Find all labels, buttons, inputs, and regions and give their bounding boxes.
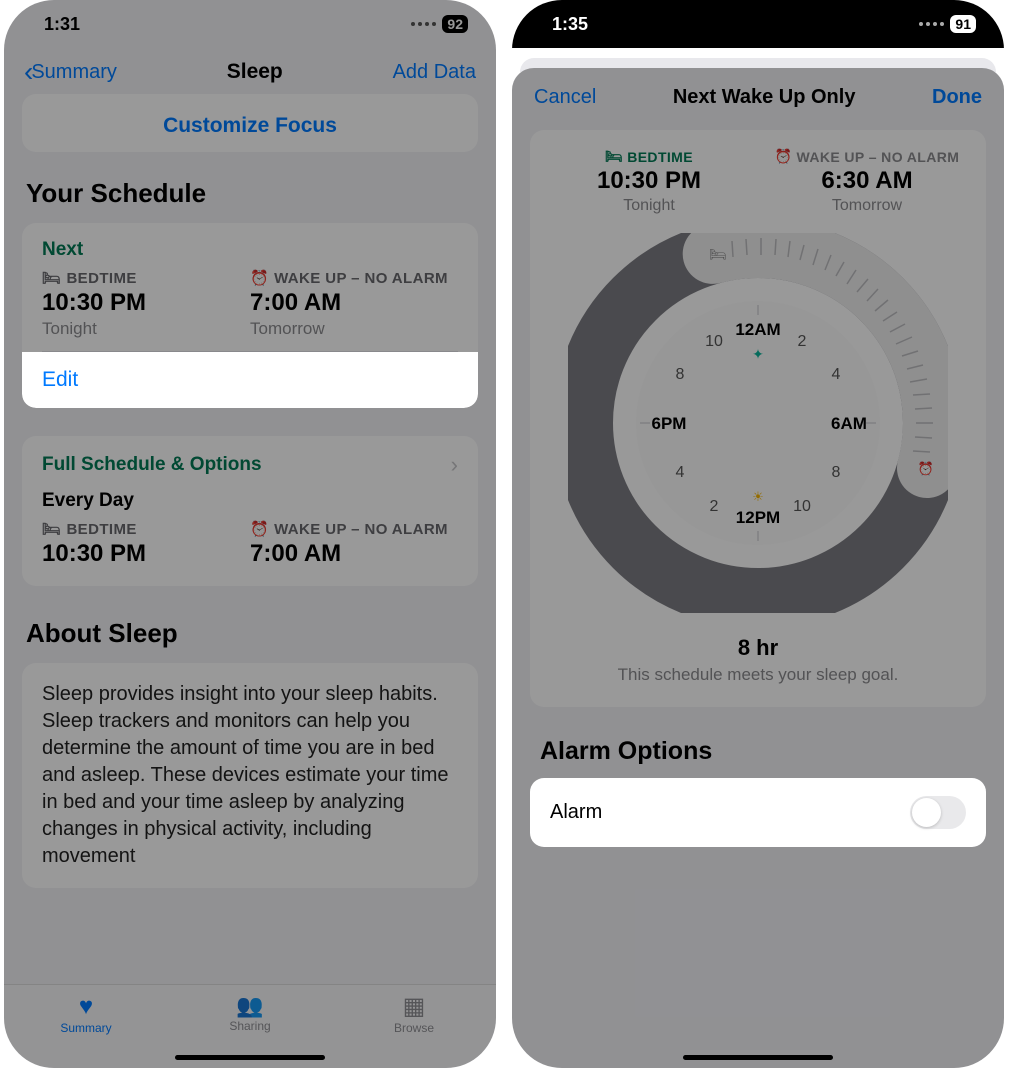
alarm-icon: ⏰ <box>775 148 793 165</box>
alarm-label: Alarm <box>550 801 602 824</box>
sheet-title: Next Wake Up Only <box>673 86 856 109</box>
chevron-forward-icon: › <box>451 452 458 478</box>
svg-text:2: 2 <box>798 333 807 350</box>
wakeup-value: 6:30 AM <box>758 167 976 195</box>
sleep-goal-text: This schedule meets your sleep goal. <box>540 665 976 685</box>
customize-focus-button[interactable]: Customize Focus <box>22 94 478 152</box>
bed-icon: 🛏 <box>42 269 61 287</box>
svg-text:☀: ☀ <box>752 489 764 504</box>
tab-sharing[interactable]: 👥 Sharing <box>168 991 332 1033</box>
svg-text:✦: ✦ <box>752 346 764 362</box>
svg-text:🛏: 🛏 <box>709 246 727 262</box>
back-button[interactable]: ‹ Summary <box>24 58 117 86</box>
alarm-icon: ⏰ <box>250 269 269 287</box>
svg-text:8: 8 <box>676 366 685 383</box>
page-title: Sleep <box>227 60 283 84</box>
bed-icon: 🛏 <box>605 148 623 165</box>
svg-text:12AM: 12AM <box>735 320 780 339</box>
svg-text:4: 4 <box>832 366 841 383</box>
grid-icon: ▦ <box>332 995 496 1019</box>
bedtime-value: 10:30 PM <box>42 289 250 317</box>
status-bar: 1:31 92 <box>4 0 496 48</box>
alarm-row: Alarm <box>530 778 986 847</box>
status-time: 1:31 <box>44 14 80 35</box>
every-day-label: Every Day <box>22 490 478 520</box>
back-label: Summary <box>31 61 117 84</box>
next-label: Next <box>42 239 458 261</box>
svg-text:⏰: ⏰ <box>918 460 934 476</box>
people-icon: 👥 <box>168 995 332 1017</box>
tab-browse[interactable]: ▦ Browse <box>332 991 496 1035</box>
svg-text:10: 10 <box>705 333 723 350</box>
phone-right: 1:35 91 Cancel Next Wake Up Only Done 🛏B… <box>512 0 1004 1068</box>
svg-text:12PM: 12PM <box>736 508 780 527</box>
alarm-icon: ⏰ <box>250 520 269 538</box>
svg-text:8: 8 <box>832 464 841 481</box>
modal-sheet: Cancel Next Wake Up Only Done 🛏BEDTIME 1… <box>512 68 1004 1068</box>
tab-summary[interactable]: ♥ Summary <box>4 991 168 1035</box>
sleep-dial-card: 🛏BEDTIME 10:30 PM Tonight ⏰WAKE UP – NO … <box>530 130 986 707</box>
cancel-button[interactable]: Cancel <box>534 86 596 109</box>
sheet-nav: Cancel Next Wake Up Only Done <box>512 68 1004 125</box>
svg-text:6PM: 6PM <box>652 414 687 433</box>
about-sleep-heading: About Sleep <box>4 618 496 663</box>
sleep-duration: 8 hr <box>540 635 976 661</box>
your-schedule-heading: Your Schedule <box>4 178 496 223</box>
alarm-toggle[interactable] <box>910 796 966 829</box>
svg-text:4: 4 <box>676 464 685 481</box>
phone-left: 1:31 92 ‹ Summary Sleep Add Data Customi… <box>4 0 496 1068</box>
full-schedule-card: Full Schedule & Options › Every Day 🛏BED… <box>22 436 478 586</box>
battery-indicator: 92 <box>442 15 468 33</box>
nav-bar: ‹ Summary Sleep Add Data <box>4 48 496 94</box>
home-indicator[interactable] <box>175 1055 325 1060</box>
battery-indicator: 91 <box>950 15 976 33</box>
add-data-button[interactable]: Add Data <box>393 61 476 84</box>
sleep-dial[interactable]: 12AM 2 4 6AM 8 10 12PM 2 4 6PM 8 10 <box>568 233 948 613</box>
next-schedule-card: Next 🛏BEDTIME 10:30 PM Tonight ⏰WAKE UP … <box>22 223 478 408</box>
bed-icon: 🛏 <box>42 520 61 538</box>
edit-button[interactable]: Edit <box>22 352 478 408</box>
svg-text:10: 10 <box>793 498 811 515</box>
home-indicator[interactable] <box>683 1055 833 1060</box>
wakeup-value: 7:00 AM <box>250 289 458 317</box>
full-schedule-button[interactable]: Full Schedule & Options › <box>22 436 478 490</box>
alarm-options-heading: Alarm Options <box>512 737 1004 778</box>
svg-text:6AM: 6AM <box>831 414 867 433</box>
heart-icon: ♥ <box>4 995 168 1019</box>
bedtime-value: 10:30 PM <box>540 167 758 195</box>
svg-text:2: 2 <box>710 498 719 515</box>
status-time: 1:35 <box>552 14 588 35</box>
status-bar: 1:35 91 <box>512 0 1004 48</box>
about-sleep-card: Sleep provides insight into your sleep h… <box>22 663 478 888</box>
done-button[interactable]: Done <box>932 86 982 109</box>
